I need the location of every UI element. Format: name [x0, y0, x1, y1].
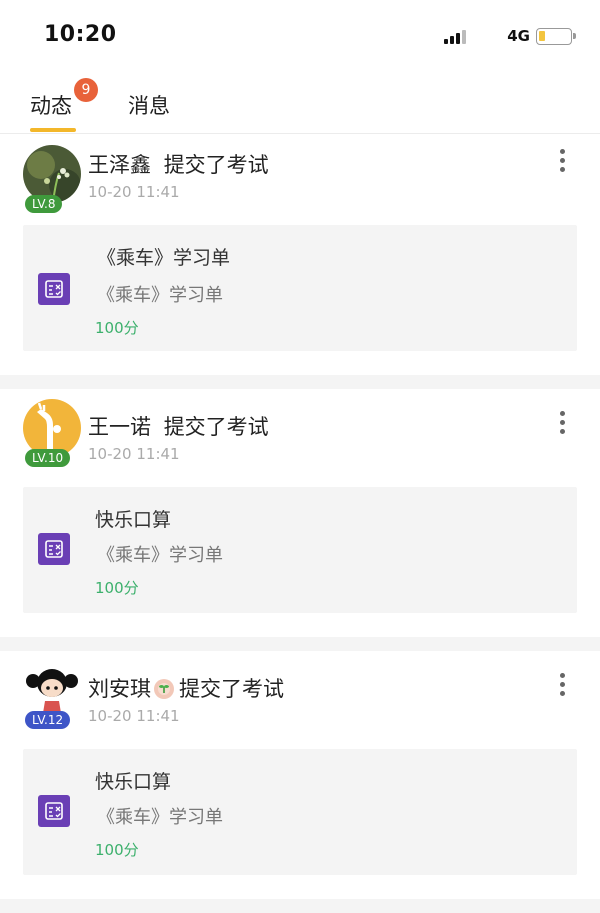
post-headline: 王泽鑫 提交了考试 [88, 149, 269, 179]
tab-messages[interactable]: 消息 [128, 90, 170, 120]
exam-subtitle: 《乘车》学习单 [97, 807, 223, 828]
feed-post: LV.8 王泽鑫 提交了考试 10-20 11:41 《乘车》学习单 《乘车》学… [0, 135, 600, 375]
post-action: 提交了考试 [163, 153, 269, 177]
exam-title: 《乘车》学习单 [97, 247, 231, 269]
exam-document-icon [38, 795, 70, 827]
level-badge: LV.8 [25, 195, 63, 213]
battery-icon [536, 28, 576, 45]
status-time: 10:20 [44, 22, 117, 47]
post-headline: 刘安琪 提交了考试 [88, 673, 284, 703]
sprout-flower-icon [153, 678, 175, 700]
exam-subtitle: 《乘车》学习单 [97, 285, 223, 306]
level-badge: LV.10 [25, 449, 71, 467]
post-timestamp: 10-20 11:41 [88, 445, 180, 463]
user-name[interactable]: 王一诺 [88, 415, 151, 439]
feed-post: LV.10 王一诺 提交了考试 10-20 11:41 快乐口算 《乘车》学习单… [0, 389, 600, 637]
exam-title: 快乐口算 [95, 509, 172, 531]
post-action: 提交了考试 [179, 677, 284, 701]
more-options-icon[interactable] [560, 673, 566, 697]
level-badge: LV.12 [25, 711, 71, 729]
user-name[interactable]: 王泽鑫 [88, 153, 151, 177]
exam-document-icon [38, 273, 70, 305]
network-type: 4G [507, 27, 530, 45]
exam-score: 100分 [95, 319, 139, 337]
more-options-icon[interactable] [560, 411, 566, 435]
user-avatar[interactable]: LV.10 [23, 399, 81, 467]
exam-subtitle: 《乘车》学习单 [97, 545, 223, 566]
feed-divider [0, 899, 600, 913]
exam-document-icon [38, 533, 70, 565]
user-avatar[interactable]: LV.12 [23, 661, 81, 729]
exam-card[interactable]: 《乘车》学习单 《乘车》学习单 100分 [23, 225, 577, 351]
feed-divider [0, 375, 600, 389]
signal-icon [444, 30, 466, 44]
active-tab-indicator [30, 128, 76, 132]
post-action: 提交了考试 [163, 415, 269, 439]
exam-score: 100分 [95, 841, 139, 859]
feed-post: LV.12 刘安琪 提交了考试 10-20 11:41 快乐口算 《乘车》学习单 … [0, 651, 600, 899]
feed-divider [0, 637, 600, 651]
exam-score: 100分 [95, 579, 139, 597]
tab-bar: 动态 9 消息 [0, 72, 600, 134]
post-headline: 王一诺 提交了考试 [88, 411, 269, 441]
exam-card[interactable]: 快乐口算 《乘车》学习单 100分 [23, 487, 577, 613]
tab-activity[interactable]: 动态 [30, 90, 72, 120]
status-bar: 10:20 4G [0, 0, 600, 72]
post-timestamp: 10-20 11:41 [88, 183, 180, 201]
post-timestamp: 10-20 11:41 [88, 707, 180, 725]
user-name[interactable]: 刘安琪 [88, 677, 151, 701]
more-options-icon[interactable] [560, 149, 566, 173]
exam-card[interactable]: 快乐口算 《乘车》学习单 100分 [23, 749, 577, 875]
activity-feed: LV.8 王泽鑫 提交了考试 10-20 11:41 《乘车》学习单 《乘车》学… [0, 135, 600, 913]
user-avatar[interactable]: LV.8 [23, 145, 81, 213]
exam-title: 快乐口算 [95, 771, 172, 793]
unread-badge: 9 [74, 78, 98, 102]
